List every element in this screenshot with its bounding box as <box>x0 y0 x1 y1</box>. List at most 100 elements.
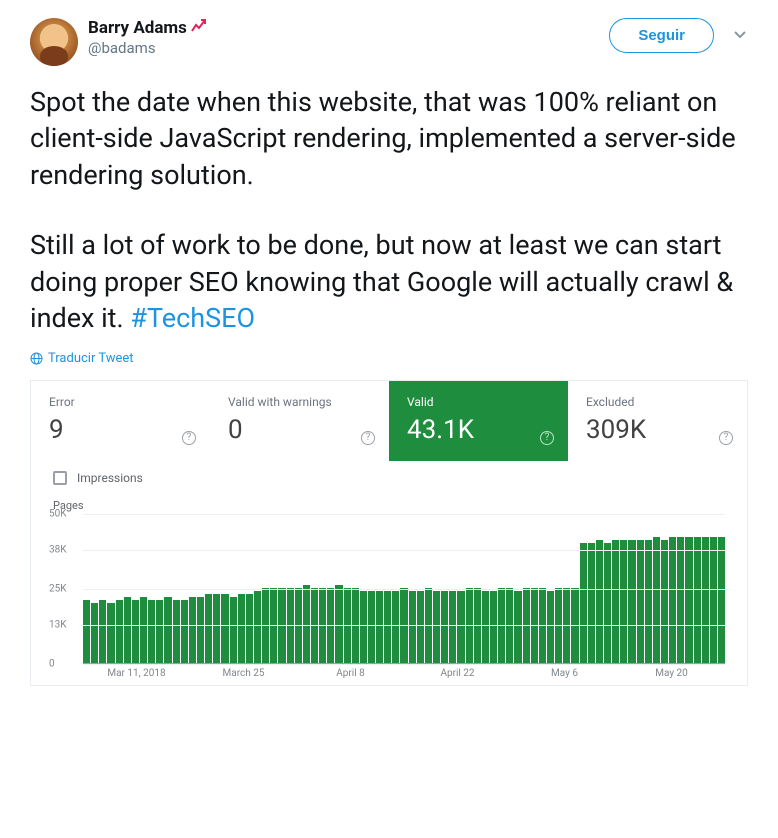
chart-bar <box>661 540 668 663</box>
help-icon[interactable]: ? <box>719 431 733 445</box>
impressions-checkbox[interactable] <box>53 471 67 485</box>
chart-bar <box>449 591 456 663</box>
x-tick-label: March 25 <box>190 668 297 679</box>
chart-bar <box>547 591 554 663</box>
y-tick-label: 0 <box>49 658 55 669</box>
trend-icon <box>191 19 207 38</box>
chart-bar <box>710 537 717 663</box>
chart-bar <box>246 594 253 663</box>
chart-bar <box>433 591 440 663</box>
hashtag-link[interactable]: #TechSEO <box>130 302 255 334</box>
translate-label: Traducir Tweet <box>48 351 134 366</box>
chart-bar <box>669 537 676 663</box>
tweet-header: Barry Adams @badams Seguir <box>30 18 748 66</box>
stat-warn-label: Valid with warnings <box>228 395 371 409</box>
x-tick-label: April 8 <box>297 668 404 679</box>
chart-bar <box>368 591 375 663</box>
display-name: Barry Adams <box>88 18 207 39</box>
chart-bar <box>213 594 220 663</box>
stat-valid[interactable]: Valid 43.1K ? <box>389 381 568 461</box>
chart-bar <box>441 591 448 663</box>
chart-bar <box>514 591 521 663</box>
chart-bar <box>628 540 635 663</box>
display-name-text: Barry Adams <box>88 18 187 39</box>
stat-error-label: Error <box>49 395 192 409</box>
chart-bar <box>612 540 619 663</box>
chart-bar <box>189 597 196 663</box>
chart-bar <box>596 540 603 663</box>
chart-bar <box>132 600 139 663</box>
stat-row: Error 9 ? Valid with warnings 0 ? Valid … <box>31 381 747 461</box>
impressions-row: Impressions <box>31 461 747 495</box>
chart-bar <box>360 591 367 663</box>
stat-excluded[interactable]: Excluded 309K ? <box>568 381 747 461</box>
follow-button[interactable]: Seguir <box>609 18 714 53</box>
tweet-paragraph-2: Still a lot of work to be done, but now … <box>30 227 748 336</box>
gridline <box>83 625 725 626</box>
gridline <box>83 550 725 551</box>
chart-bar <box>718 537 725 663</box>
chart-bar <box>702 537 709 663</box>
stat-valid-label: Valid <box>407 395 550 409</box>
chart-bar <box>164 597 171 663</box>
chart-bar <box>335 585 342 663</box>
stat-excluded-label: Excluded <box>586 395 729 409</box>
chart-bar <box>580 543 587 663</box>
x-tick-label: April 22 <box>404 668 511 679</box>
y-tick-label: 50K <box>49 508 67 519</box>
y-tick-label: 25K <box>49 583 67 594</box>
x-tick-label: Mar 11, 2018 <box>83 668 190 679</box>
handle: @badams <box>88 39 207 58</box>
translate-tweet-link[interactable]: Traducir Tweet <box>30 351 748 366</box>
chart-bar <box>124 597 131 663</box>
chart: Pages 50K38K25K13K0 Mar 11, 2018March 25… <box>31 495 747 685</box>
stat-warn-value: 0 <box>228 415 371 445</box>
chart-bar <box>83 600 90 663</box>
globe-icon <box>30 352 43 365</box>
tweet-paragraph-1: Spot the date when this website, that wa… <box>30 84 748 193</box>
gridline <box>83 514 725 515</box>
chart-bar <box>116 600 123 663</box>
chart-bar <box>677 537 684 663</box>
stat-warnings[interactable]: Valid with warnings 0 ? <box>210 381 389 461</box>
gridline <box>83 664 725 665</box>
chart-bar <box>197 597 204 663</box>
chart-bar <box>99 600 106 663</box>
author-block[interactable]: Barry Adams @badams <box>88 18 207 58</box>
stat-valid-value: 43.1K <box>407 415 550 445</box>
chart-bar <box>637 540 644 663</box>
chart-bar <box>238 594 245 663</box>
chart-bar <box>457 591 464 663</box>
chart-bar <box>417 591 424 663</box>
stat-excluded-value: 309K <box>586 415 729 445</box>
chart-bar <box>303 585 310 663</box>
stat-error[interactable]: Error 9 ? <box>31 381 210 461</box>
chart-bar <box>604 543 611 663</box>
chart-bar <box>148 600 155 663</box>
analytics-card: Error 9 ? Valid with warnings 0 ? Valid … <box>30 380 748 686</box>
chart-bar <box>140 597 147 663</box>
chart-bar <box>694 537 701 663</box>
help-icon[interactable]: ? <box>540 431 554 445</box>
chart-bar <box>490 591 497 663</box>
chart-bar <box>588 543 595 663</box>
avatar[interactable] <box>30 18 78 66</box>
y-tick-label: 38K <box>49 544 67 555</box>
x-tick-label: May 20 <box>618 668 725 679</box>
chart-bar <box>685 537 692 663</box>
chart-bar <box>376 591 383 663</box>
chart-bar <box>107 603 114 663</box>
impressions-label: Impressions <box>77 471 143 485</box>
chart-bar <box>482 591 489 663</box>
gridline <box>83 589 725 590</box>
help-icon[interactable]: ? <box>361 431 375 445</box>
chart-bar <box>409 591 416 663</box>
stat-error-value: 9 <box>49 415 192 445</box>
x-axis-ticks: Mar 11, 2018March 25April 8April 22May 6… <box>83 668 725 679</box>
chart-bar <box>173 600 180 663</box>
help-icon[interactable]: ? <box>182 431 196 445</box>
chart-bar <box>230 597 237 663</box>
chart-bar <box>384 591 391 663</box>
chart-bar <box>653 537 660 663</box>
chevron-down-icon[interactable] <box>732 26 748 46</box>
